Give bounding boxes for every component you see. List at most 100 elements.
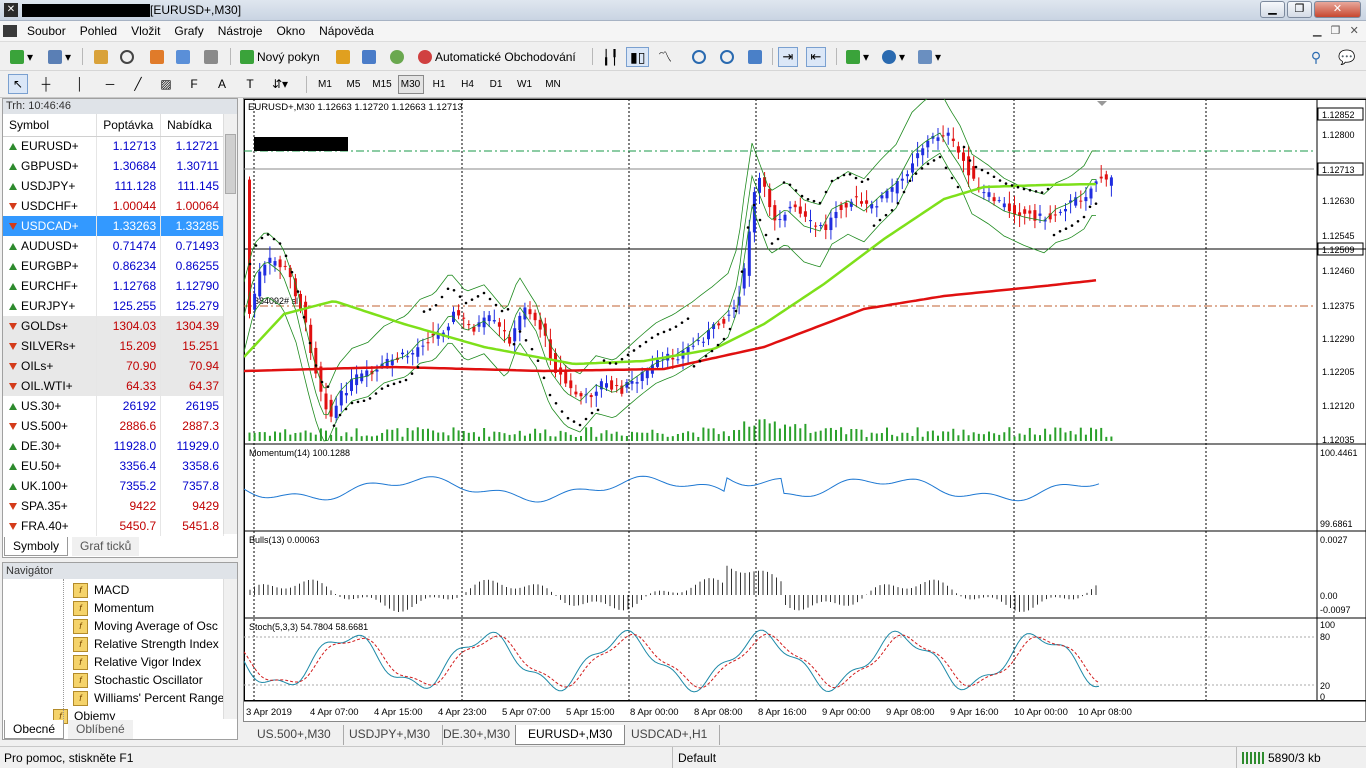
periods-button[interactable]: ▾ <box>878 47 909 67</box>
navigator-item[interactable]: f Relative Vigor Index <box>73 653 201 671</box>
menu-1[interactable]: Pohled <box>73 21 124 41</box>
market-watch-row[interactable]: USDCHF+ 1.00044 1.00064 <box>3 196 224 216</box>
timeframe-w1[interactable]: W1 <box>512 75 538 94</box>
zoom-in-button[interactable] <box>688 47 710 67</box>
market-watch-row[interactable]: DE.30+ 11928.0 11929.0 <box>3 436 224 456</box>
chart-window[interactable]: 1.12852 1.12800 1.12713 1.12630 1.12545 1.125… <box>243 90 1366 723</box>
zoom-out-button[interactable] <box>716 47 738 67</box>
market-watch-row[interactable]: EURCHF+ 1.12768 1.12790 <box>3 276 224 296</box>
bar-chart-button[interactable]: ╽╿ <box>598 47 623 67</box>
timeframe-mn[interactable]: MN <box>540 75 566 94</box>
navigator-item[interactable]: f MACD <box>73 581 129 599</box>
tab-general[interactable]: Obecné <box>4 720 65 739</box>
chart-canvas[interactable]: 1.12852 1.12800 1.12713 1.12630 1.12545 1.125… <box>243 90 1366 723</box>
signals-button[interactable] <box>386 47 408 67</box>
text-label-tool[interactable]: T <box>240 74 260 94</box>
candlestick-button[interactable]: ▮▯ <box>626 47 650 67</box>
market-watch-row[interactable]: EU.50+ 3356.4 3358.6 <box>3 456 224 476</box>
crosshair-tool[interactable]: ┼ <box>36 74 56 94</box>
timeframe-m5[interactable]: M5 <box>341 75 367 94</box>
chart-tab[interactable]: DE.30+,M30 <box>431 725 524 745</box>
market-watch-row[interactable]: OIL.WTI+ 64.33 64.37 <box>3 376 224 396</box>
market-watch-row[interactable]: EURUSD+ 1.12713 1.12721 <box>3 136 224 156</box>
new-chart-button[interactable]: ▾ <box>6 47 37 67</box>
meta-editor-button[interactable] <box>332 47 354 67</box>
new-order-button[interactable]: Nový pokyn <box>236 47 324 67</box>
child-window-controls[interactable]: ▁ ❐ ✕ <box>1313 24 1359 37</box>
menu-3[interactable]: Grafy <box>167 21 210 41</box>
chat-button[interactable]: 💬 <box>1334 47 1359 67</box>
market-watch-row[interactable]: SPA.35+ 9422 9429 <box>3 496 224 516</box>
maximize-button[interactable]: ❐ <box>1287 1 1312 18</box>
trendline-tool[interactable]: ╱ <box>128 74 148 94</box>
market-watch-row[interactable]: US.30+ 26192 26195 <box>3 396 224 416</box>
market-watch-row[interactable]: EURGBP+ 0.86234 0.86255 <box>3 256 224 276</box>
navigator-item[interactable]: f Relative Strength Index <box>73 635 219 653</box>
vertical-line-tool[interactable]: │ <box>70 74 90 94</box>
timeframe-h1[interactable]: H1 <box>426 75 452 94</box>
timeframe-h4[interactable]: H4 <box>455 75 481 94</box>
timeframe-m30[interactable]: M30 <box>397 75 424 94</box>
navigator-item[interactable]: f Moving Average of Osc <box>73 617 218 635</box>
market-watch-row[interactable]: EURJPY+ 125.255 125.279 <box>3 296 224 316</box>
horizontal-line-tool[interactable]: ─ <box>100 74 120 94</box>
market-watch-row[interactable]: US.500+ 2886.6 2887.3 <box>3 416 224 436</box>
chart-tab[interactable]: USDCAD+,H1 <box>619 725 721 745</box>
navigator-item[interactable]: f Williams' Percent Range <box>73 689 224 707</box>
market-watch-scrollbar[interactable] <box>223 114 237 534</box>
data-window-button[interactable] <box>116 47 138 67</box>
tile-windows-button[interactable] <box>744 47 766 67</box>
text-tool[interactable]: A <box>212 74 232 94</box>
indicators-button[interactable]: ▾ <box>842 47 873 67</box>
market-watch-row[interactable]: AUDUSD+ 0.71474 0.71493 <box>3 236 224 256</box>
market-watch-row[interactable]: FRA.40+ 5450.7 5451.8 <box>3 516 224 536</box>
cursor-tool[interactable]: ↖ <box>8 74 28 94</box>
profiles-button[interactable]: ▾ <box>44 47 75 67</box>
market-watch-row[interactable]: OILs+ 70.90 70.94 <box>3 356 224 376</box>
col-symbol[interactable]: Symbol <box>3 114 98 137</box>
chart-tab[interactable]: EURUSD+,M30 <box>515 725 626 745</box>
col-ask[interactable]: Nabídka <box>160 114 224 137</box>
menu-2[interactable]: Vložit <box>124 21 167 41</box>
tab-symbols[interactable]: Symboly <box>4 537 69 556</box>
market-watch-button[interactable] <box>90 47 112 67</box>
menu-4[interactable]: Nástroje <box>211 21 270 41</box>
navigator-item[interactable]: f Momentum <box>73 599 154 617</box>
menu-0[interactable]: Soubor <box>20 21 73 41</box>
market-watch-row[interactable]: SILVERs+ 15.209 15.251 <box>3 336 224 356</box>
chart-tab[interactable]: USDJPY+,M30 <box>337 725 444 745</box>
candle-body <box>788 206 792 209</box>
tab-favorites[interactable]: Oblíbené <box>68 720 133 739</box>
chart-tab[interactable]: US.500+,M30 <box>245 725 344 745</box>
timeframe-m15[interactable]: M15 <box>369 75 395 94</box>
arrows-tool[interactable]: ⇵▾ <box>268 74 292 94</box>
close-button[interactable]: ✕ <box>1314 1 1361 18</box>
timeframe-d1[interactable]: D1 <box>483 75 509 94</box>
col-bid[interactable]: Poptávka <box>96 114 162 137</box>
chart-shift-button[interactable]: ⇤ <box>806 47 826 67</box>
community-button[interactable] <box>358 47 380 67</box>
line-chart-button[interactable]: 〽 <box>654 47 676 67</box>
menu-5[interactable]: Okno <box>269 21 312 41</box>
channel-tool[interactable]: ▨ <box>156 74 176 94</box>
timeframe-m1[interactable]: M1 <box>312 75 338 94</box>
strategy-tester-button[interactable] <box>200 47 222 67</box>
navigator-item[interactable]: f Stochastic Oscillator <box>73 671 203 689</box>
market-watch-row[interactable]: USDCAD+ 1.33263 1.33285 <box>3 216 224 236</box>
terminal-button[interactable] <box>172 47 194 67</box>
scrollbar-thumb[interactable] <box>225 134 236 194</box>
menu-6[interactable]: Nápověda <box>312 21 381 41</box>
market-watch-row[interactable]: GBPUSD+ 1.30684 1.30711 <box>3 156 224 176</box>
tab-tick-chart[interactable]: Graf ticků <box>72 537 140 556</box>
market-watch-row[interactable]: GOLDs+ 1304.03 1304.39 <box>3 316 224 336</box>
navigator-button[interactable] <box>146 47 168 67</box>
minimize-button[interactable]: ▁ <box>1260 1 1285 18</box>
fibonacci-tool[interactable]: F <box>184 74 204 94</box>
search-button[interactable]: ⚲ <box>1306 47 1326 67</box>
navigator-scrollbar[interactable] <box>223 579 237 719</box>
auto-trading-button[interactable]: Automatické Obchodování <box>414 47 580 67</box>
market-watch-row[interactable]: USDJPY+ 111.128 111.145 <box>3 176 224 196</box>
market-watch-row[interactable]: UK.100+ 7355.2 7357.8 <box>3 476 224 496</box>
templates-button[interactable]: ▾ <box>914 47 945 67</box>
autoscroll-button[interactable]: ⇥ <box>778 47 798 67</box>
